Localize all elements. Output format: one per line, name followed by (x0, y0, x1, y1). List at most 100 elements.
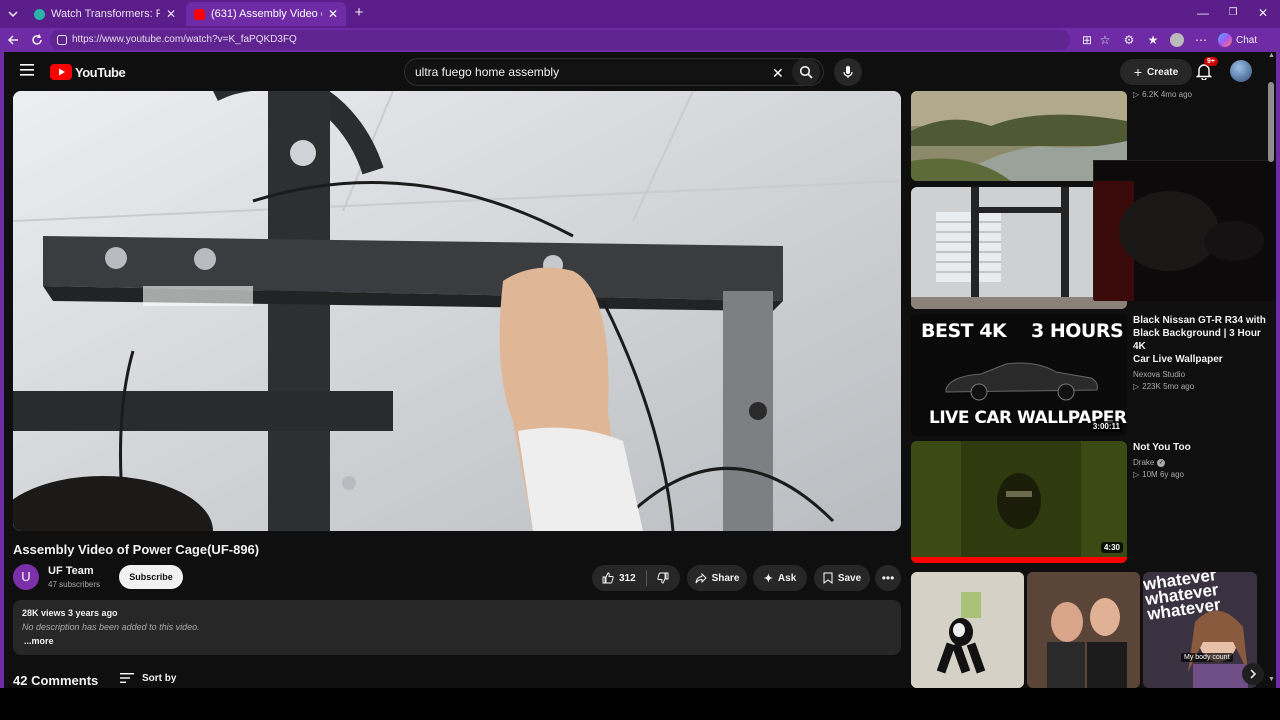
description-more-link[interactable]: ...more (24, 636, 54, 646)
tab-title: Watch Transformers: Revenge of th (51, 8, 160, 20)
verified-check-icon: ✓ (1157, 458, 1166, 467)
channel-avatar[interactable]: U (13, 564, 39, 590)
share-button[interactable]: Share (687, 565, 747, 591)
views-age-text: 223K 5mo ago (1142, 382, 1195, 391)
back-arrow-icon[interactable] (6, 33, 20, 47)
account-avatar[interactable] (1230, 60, 1252, 82)
search-input[interactable]: ultra fuego home assembly (404, 58, 824, 86)
browser-tab-bar: Watch Transformers: Revenge of th ✕ (631… (0, 0, 1280, 28)
video-duration: 4:30 (1100, 542, 1123, 553)
create-button[interactable]: + Create (1120, 59, 1192, 85)
car-silhouette-image (945, 362, 1098, 401)
channel-name[interactable]: UF Team (48, 565, 94, 577)
scroll-up-arrow-icon[interactable]: ▲ (1268, 52, 1275, 59)
tab-list-chevron-icon[interactable] (6, 7, 20, 21)
tab-close-icon[interactable]: ✕ (166, 7, 176, 21)
short-thumbnail-3[interactable]: whatever whatever whatever My body count (1143, 572, 1257, 688)
short-thumbnail-2[interactable] (1027, 572, 1140, 688)
youtube-logo[interactable]: YouTube (50, 64, 126, 80)
video-player[interactable] (13, 91, 901, 531)
tab-transformers[interactable]: Watch Transformers: Revenge of th ✕ (26, 2, 184, 26)
views-age-text: 6.2K 4mo ago (1142, 90, 1192, 99)
video-title: Assembly Video of Power Cage(UF-896) (13, 542, 260, 557)
scroll-down-arrow-icon[interactable]: ▼ (1268, 676, 1275, 683)
minimize-icon[interactable]: — (1196, 6, 1210, 20)
chat-label: Chat (1236, 34, 1258, 46)
more-options-icon[interactable]: ⋯ (1194, 33, 1208, 47)
thumbs-down-icon (657, 572, 669, 584)
url-field[interactable]: https://www.youtube.com/watch?v=K_faPQKD… (50, 30, 1070, 50)
ask-button[interactable]: ✦ Ask (753, 565, 807, 591)
microphone-icon (843, 66, 853, 78)
notifications-button[interactable]: 9+ (1196, 57, 1218, 80)
video-frame-image (13, 91, 901, 531)
recommendation-meta: ▷ 6.2K 4mo ago (1133, 90, 1192, 99)
recommendation-channel: Nexova Studio (1133, 370, 1186, 379)
tab-favicon-icon (34, 8, 45, 20)
ask-label: Ask (777, 572, 797, 584)
short-caption: My body count (1181, 653, 1233, 662)
window-close-icon[interactable]: ✕ (1256, 6, 1270, 20)
page-scrollbar-thumb[interactable] (1268, 82, 1274, 162)
new-tab-plus-icon[interactable]: + (352, 5, 366, 20)
subscribe-label: Subscribe (129, 572, 173, 582)
share-label: Share (711, 572, 740, 584)
play-small-icon: ▷ (1133, 382, 1140, 391)
description-box[interactable]: 28K views 3 years ago No description has… (13, 600, 901, 655)
save-label: Save (837, 572, 862, 584)
favorites-icon[interactable]: ★ (1146, 33, 1160, 47)
extensions-icon[interactable]: ⚙ (1122, 33, 1136, 47)
voice-search-button[interactable] (834, 58, 862, 86)
recommendation-title-line: Car Live Wallpaper (1133, 354, 1223, 365)
subscribe-button[interactable]: Subscribe (119, 565, 183, 589)
sort-comments-button[interactable]: Sort by (120, 672, 176, 684)
chevron-right-icon (1250, 669, 1257, 679)
site-info-icon[interactable] (56, 34, 70, 48)
sort-label: Sort by (142, 672, 177, 684)
plus-icon: + (1133, 64, 1143, 80)
search-button[interactable] (792, 58, 820, 86)
copilot-chat-button[interactable]: Chat (1218, 32, 1257, 48)
recommendation-thumbnail-gtr[interactable]: BEST 4K 3 HOURS LIVE CAR WALLPAPERS 3:00… (911, 314, 1127, 436)
youtube-favicon-icon (194, 8, 205, 20)
webcam-feed-image (1094, 161, 1276, 301)
create-label: Create (1147, 66, 1179, 78)
group-photo-image (1027, 572, 1140, 688)
thumbs-up-icon (602, 572, 614, 584)
tab-close-icon[interactable]: ✕ (328, 7, 338, 21)
dislike-button[interactable] (657, 572, 669, 584)
play-small-icon: ▷ (1133, 470, 1140, 479)
more-dots-icon: ••• (881, 571, 895, 585)
recommendation-thumbnail-drake[interactable]: 4:30 (911, 441, 1127, 563)
restore-icon[interactable]: ❐ (1226, 6, 1240, 20)
clear-search-icon[interactable]: ✕ (772, 65, 784, 82)
youtube-masthead: YouTube ultra fuego home assembly ✕ + Cr… (4, 52, 1276, 92)
shorts-next-button[interactable] (1242, 663, 1264, 685)
os-bottom-bar (0, 688, 1280, 720)
recommendation-info-gtr[interactable]: Black Nissan GT-R R34 with Black Backgro… (1133, 314, 1273, 391)
search-icon (799, 65, 813, 79)
short-thumbnail-1[interactable] (911, 572, 1024, 688)
profile-avatar-icon[interactable] (1170, 33, 1184, 47)
refresh-icon[interactable] (30, 33, 44, 47)
bookmark-icon (823, 572, 833, 584)
thumb-text-3-hours: 3 HOURS (1031, 320, 1124, 342)
favorite-star-icon[interactable]: ☆ (1098, 33, 1112, 47)
menu-hamburger-icon[interactable] (20, 64, 34, 76)
like-button[interactable]: 312 (602, 572, 636, 584)
notification-badge: 9+ (1204, 57, 1218, 66)
subscriber-count: 47 subscribers (48, 580, 101, 589)
recommendation-info-drake[interactable]: Not You Too Drake ✓ ▷ 10M 6y ago (1133, 441, 1273, 479)
recommendation-title: Not You Too (1133, 442, 1191, 453)
like-divider (645, 570, 647, 586)
recommendation-channel-row: Drake ✓ (1133, 458, 1273, 467)
like-dislike-group: 312 (592, 565, 680, 591)
like-count: 312 (619, 572, 636, 584)
save-button[interactable]: Save (814, 565, 870, 591)
tab-assembly-video[interactable]: (631) Assembly Video of Power Cage ✕ (186, 2, 346, 26)
more-actions-button[interactable]: ••• (875, 565, 901, 591)
copilot-icon (1218, 33, 1232, 47)
app-available-icon[interactable]: ⊞ (1080, 33, 1094, 47)
recommendation-title-line: Black Nissan GT-R R34 with (1133, 315, 1266, 326)
recommendation-title-line: Black Background | 3 Hour 4K (1133, 328, 1261, 352)
